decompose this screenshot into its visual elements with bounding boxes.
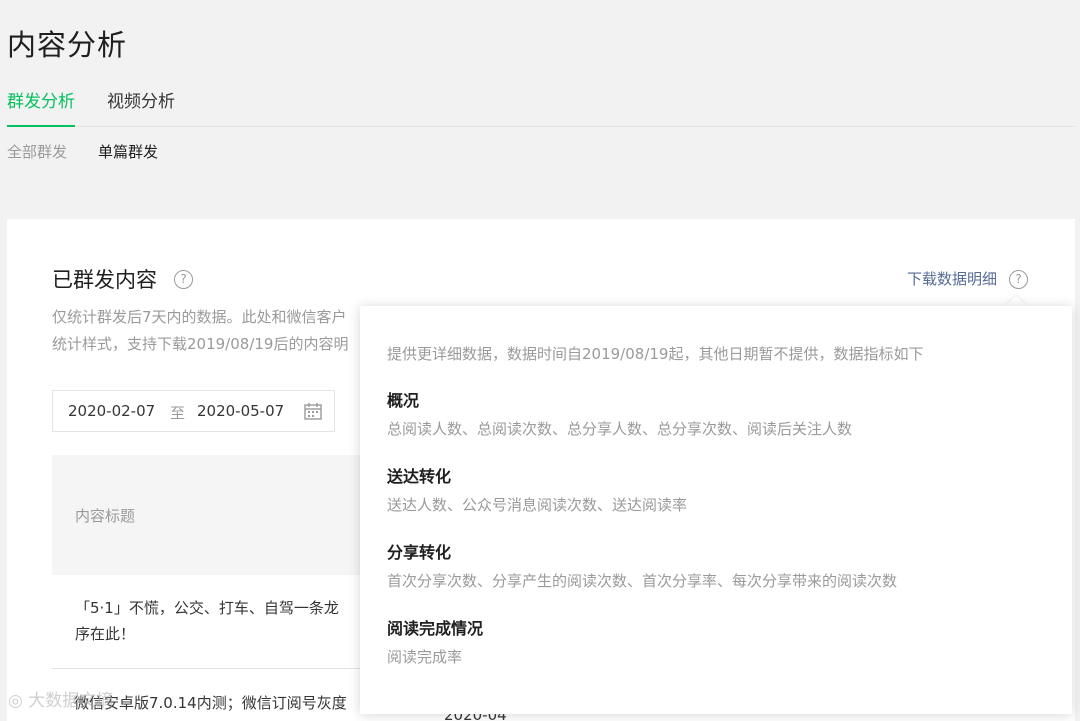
tab-video-analysis[interactable]: 视频分析 <box>107 88 175 127</box>
download-help-icon[interactable]: ? <box>1009 270 1028 289</box>
section-description: 仅统计群发后7天内的数据。此处和微信客户 统计样式，支持下载2019/08/19… <box>52 304 372 358</box>
metric-group-title: 分享转化 <box>387 543 452 562</box>
download-info-popover: 提供更详细数据，数据时间自2019/08/19起，其他日期暂不提供，数据指标如下… <box>360 306 1072 714</box>
description-line: 统计样式，支持下载2019/08/19后的内容明 <box>52 335 349 353</box>
subtab-all-sends[interactable]: 全部群发 <box>7 141 67 162</box>
metric-group-desc: 阅读完成率 <box>387 648 463 666</box>
end-date[interactable]: 2020-05-07 <box>197 402 284 420</box>
metric-group-title: 概况 <box>387 391 420 410</box>
watermark-text: 大数据文摘 <box>28 691 114 711</box>
date-range-picker[interactable]: 2020-02-07 至 2020-05-07 <box>52 390 335 432</box>
start-date[interactable]: 2020-02-07 <box>68 402 155 420</box>
question-circle-icon[interactable]: ? <box>174 270 193 289</box>
article-title-line: 序在此！ <box>75 625 136 643</box>
metric-group-desc: 首次分享次数、分享产生的阅读次数、首次分享率、每次分享带来的阅读次数 <box>387 572 898 590</box>
metric-group-desc: 总阅读人数、总阅读次数、总分享人数、总分享次数、阅读后关注人数 <box>387 420 853 438</box>
column-header-title: 内容标题 <box>75 507 136 525</box>
calendar-icon[interactable] <box>303 401 323 421</box>
description-line: 仅统计群发后7天内的数据。此处和微信客户 <box>52 308 347 326</box>
page-title: 内容分析 <box>7 28 128 62</box>
metric-group-desc: 送达人数、公众号消息阅读次数、送达阅读率 <box>387 496 688 514</box>
article-title[interactable]: 微信安卓版7.0.14内测；微信订阅号灰度 <box>74 692 347 713</box>
date-separator: 至 <box>170 404 186 422</box>
metric-group-title: 送达转化 <box>387 467 452 486</box>
main-tabs: 群发分析 视频分析 <box>7 88 1075 127</box>
subtab-single-send[interactable]: 单篇群发 <box>98 141 158 162</box>
watermark-logo-icon: ◎ <box>8 691 23 711</box>
metric-group-title: 阅读完成情况 <box>387 619 484 638</box>
popover-intro: 提供更详细数据，数据时间自2019/08/19起，其他日期暂不提供，数据指标如下 <box>387 345 924 363</box>
article-title[interactable]: 「5·1」不慌，公交、打车、自驾一条龙 序在此！ <box>75 595 365 647</box>
download-detail-link[interactable]: 下载数据明细 <box>907 268 997 289</box>
table-header: 内容标题 <box>52 455 372 575</box>
tab-group-send-analysis[interactable]: 群发分析 <box>7 88 75 127</box>
watermark: ◎ 大数据文摘 <box>8 686 113 711</box>
table-row[interactable]: 「5·1」不慌，公交、打车、自驾一条龙 序在此！ <box>52 575 372 669</box>
section-title: 已群发内容 <box>52 268 157 292</box>
article-title-line: 「5·1」不慌，公交、打车、自驾一条龙 <box>75 599 339 617</box>
